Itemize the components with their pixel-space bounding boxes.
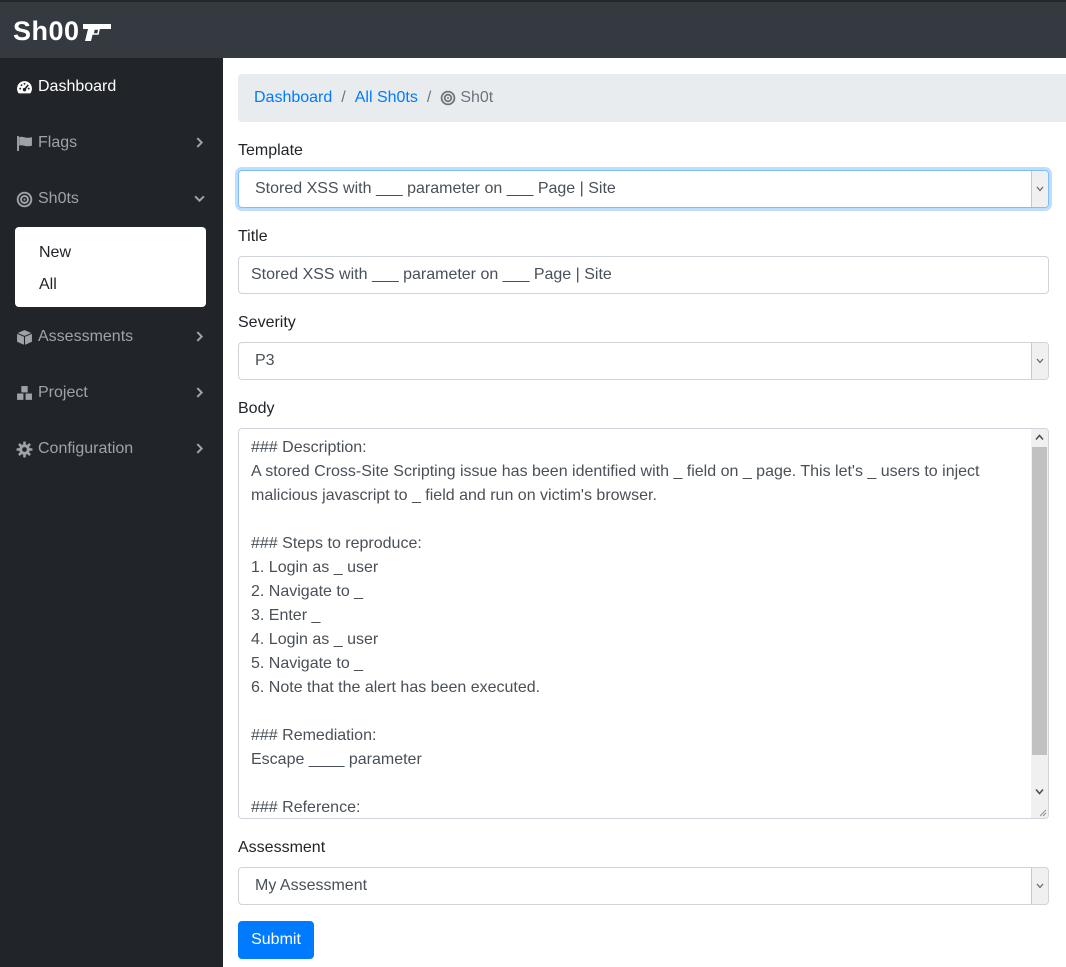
sidebar-item-flags[interactable]: Flags (0, 123, 223, 163)
template-select[interactable]: Stored XSS with ___ parameter on ___ Pag… (238, 170, 1049, 208)
breadcrumb-separator: / (426, 89, 432, 106)
cubes-icon (17, 386, 32, 400)
chevron-right-icon (196, 443, 204, 454)
severity-select[interactable]: P3 (238, 342, 1049, 380)
breadcrumb-current: Sh0t (440, 89, 493, 107)
brand-logo[interactable]: Sh00 (13, 16, 112, 47)
chevron-down-icon (1036, 358, 1044, 364)
body-textarea[interactable]: ### Description: A stored Cross-Site Scr… (238, 428, 1049, 819)
sidebar-item-label: Sh0ts (38, 190, 79, 207)
bullseye-icon (16, 191, 33, 208)
chevron-right-icon (196, 331, 204, 342)
submenu-item-all[interactable]: All (39, 276, 57, 294)
breadcrumb: Dashboard / All Sh0ts / Sh0t (238, 74, 1066, 122)
chevron-down-icon (1036, 883, 1044, 889)
tachometer-icon (17, 81, 32, 94)
gun-icon (82, 23, 111, 41)
scroll-up-arrow-icon[interactable] (1035, 433, 1044, 442)
breadcrumb-separator: / (341, 89, 346, 106)
severity-dropdown-button[interactable] (1031, 343, 1048, 379)
sidebar-item-label: Configuration (38, 440, 134, 457)
body-scrollbar[interactable] (1031, 429, 1048, 818)
body-textarea-content: ### Description: A stored Cross-Site Scr… (251, 439, 980, 816)
title-label: Title (238, 228, 268, 245)
sh0ts-submenu: New All (15, 227, 206, 307)
chevron-right-icon (196, 387, 204, 398)
sidebar-item-project[interactable]: Project (0, 373, 223, 413)
sidebar-item-dashboard[interactable]: Dashboard (0, 67, 223, 107)
severity-select-value: P3 (255, 352, 275, 369)
body-label: Body (238, 400, 275, 417)
title-input-value: Stored XSS with ___ parameter on ___ Pag… (251, 266, 612, 283)
bullseye-icon (441, 90, 456, 106)
sidebar-item-sh0ts[interactable]: Sh0ts (0, 179, 223, 219)
sidebar-item-label: Flags (38, 134, 78, 151)
breadcrumb-dashboard[interactable]: Dashboard (254, 89, 332, 107)
resize-grip-icon[interactable] (1037, 807, 1047, 817)
scrollbar-thumb[interactable] (1032, 447, 1047, 755)
submenu-item-new[interactable]: New (39, 244, 71, 262)
assessment-select[interactable]: My Assessment (238, 867, 1049, 905)
template-dropdown-button[interactable] (1031, 171, 1048, 207)
main-content: Dashboard / All Sh0ts / Sh0t Template St… (223, 58, 1066, 967)
template-select-value: Stored XSS with ___ parameter on ___ Pag… (255, 180, 616, 197)
sidebar-item-label: Dashboard (38, 78, 117, 95)
submit-button[interactable]: Submit (238, 921, 314, 959)
assessment-label: Assessment (238, 839, 326, 856)
sidebar-item-assessments[interactable]: Assessments (0, 317, 223, 357)
chevron-down-icon (194, 195, 205, 203)
severity-label: Severity (238, 314, 296, 331)
top-navbar: Sh00 (0, 0, 1066, 58)
sidebar-item-configuration[interactable]: Configuration (0, 429, 223, 469)
flag-icon (17, 136, 32, 151)
sidebar-item-label: Assessments (38, 328, 134, 345)
assessment-dropdown-button[interactable] (1031, 868, 1048, 904)
sidebar: Dashboard Flags Sh0ts New All Assessment… (0, 58, 223, 967)
gear-icon (16, 441, 33, 458)
cube-icon (16, 330, 33, 345)
chevron-right-icon (196, 137, 204, 148)
template-label: Template (238, 142, 303, 159)
sidebar-item-label: Project (38, 384, 88, 401)
brand-name: Sh00 (13, 16, 80, 46)
breadcrumb-current-label: Sh0t (460, 89, 494, 106)
breadcrumb-all-sh0ts[interactable]: All Sh0ts (355, 89, 418, 107)
scroll-down-arrow-icon[interactable] (1035, 787, 1044, 796)
chevron-down-icon (1036, 186, 1044, 192)
title-input[interactable]: Stored XSS with ___ parameter on ___ Pag… (238, 256, 1049, 294)
assessment-select-value: My Assessment (255, 877, 368, 894)
